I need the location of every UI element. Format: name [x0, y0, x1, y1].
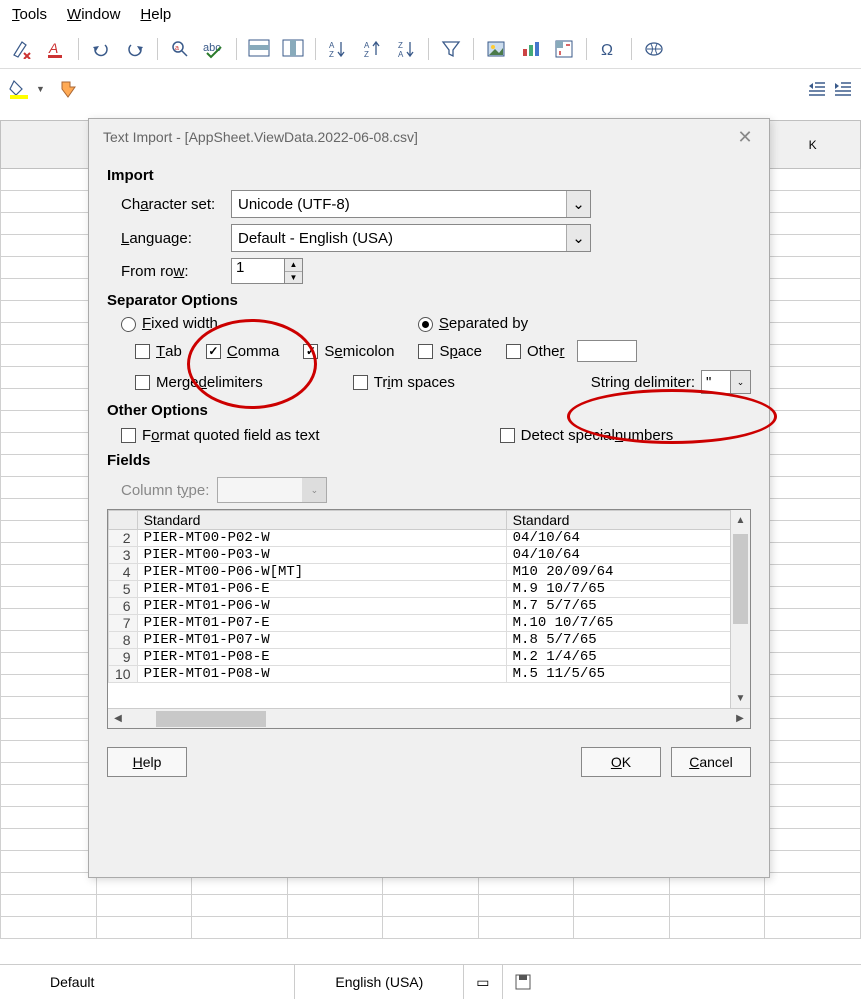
- cancel-button[interactable]: Cancel: [671, 747, 751, 777]
- string-delimiter-label: String delimiter:: [591, 374, 695, 391]
- svg-text:Z: Z: [398, 41, 403, 50]
- status-insert-icon[interactable]: ▭: [463, 965, 501, 999]
- help-button[interactable]: Help: [107, 747, 187, 777]
- preview-col-1[interactable]: Standard: [137, 511, 506, 530]
- toolbar-format: ▼: [0, 69, 861, 109]
- table-row[interactable]: 5PIER-MT01-P06-EM.9 10/7/65: [109, 581, 750, 598]
- fromrow-stepper[interactable]: ▲▼: [285, 258, 303, 284]
- semicolon-checkbox[interactable]: Semicolon: [303, 343, 394, 360]
- charset-select[interactable]: Unicode (UTF-8)⌄: [231, 190, 591, 218]
- toolbar-main: A a abc AZ AZ ZA Ω: [0, 29, 861, 69]
- table-row[interactable]: 7PIER-MT01-P07-EM.10 10/7/65: [109, 615, 750, 632]
- status-save-icon[interactable]: [502, 965, 543, 999]
- table-row[interactable]: 3PIER-MT00-P03-W04/10/64: [109, 547, 750, 564]
- autofilter-icon[interactable]: [437, 35, 465, 63]
- fields-heading: Fields: [107, 452, 751, 469]
- clear-format-icon[interactable]: [8, 35, 36, 63]
- fill-color-icon[interactable]: [8, 79, 30, 99]
- special-char-icon[interactable]: Ω: [595, 35, 623, 63]
- menu-help[interactable]: Help: [140, 6, 171, 23]
- table-row[interactable]: 6PIER-MT01-P06-WM.7 5/7/65: [109, 598, 750, 615]
- chevron-down-icon[interactable]: ⌄: [566, 225, 590, 251]
- dialog-titlebar: Text Import - [AppSheet.ViewData.2022-06…: [89, 119, 769, 155]
- chevron-down-icon[interactable]: ⌄: [731, 370, 751, 394]
- svg-text:a: a: [175, 45, 179, 52]
- chevron-down-icon[interactable]: ⌄: [566, 191, 590, 217]
- status-bar: Default English (USA) ▭: [0, 964, 861, 999]
- separated-by-radio[interactable]: Separated by: [418, 315, 528, 332]
- table-row[interactable]: 2PIER-MT00-P02-W04/10/64: [109, 530, 750, 547]
- status-style[interactable]: Default: [0, 965, 294, 999]
- table-row[interactable]: 8PIER-MT01-P07-WM.8 5/7/65: [109, 632, 750, 649]
- dropdown-arrow-icon[interactable]: ▼: [36, 84, 46, 94]
- sort-asc-icon[interactable]: AZ: [358, 35, 386, 63]
- space-checkbox[interactable]: Space: [418, 343, 482, 360]
- comma-checkbox[interactable]: Comma: [206, 343, 280, 360]
- font-color-icon[interactable]: A: [42, 35, 70, 63]
- separator-heading: Separator Options: [107, 292, 751, 309]
- hyperlink-icon[interactable]: [640, 35, 668, 63]
- svg-text:A: A: [329, 41, 335, 50]
- dialog-title: Text Import - [AppSheet.ViewData.2022-06…: [103, 129, 418, 145]
- svg-text:A: A: [48, 40, 58, 56]
- menu-bar: Tools Window Help: [0, 0, 861, 29]
- trim-spaces-checkbox[interactable]: Trim spaces: [353, 374, 455, 391]
- svg-text:Z: Z: [329, 50, 334, 59]
- image-icon[interactable]: [482, 35, 510, 63]
- indent-increase-icon[interactable]: [833, 79, 853, 99]
- sort-desc-icon[interactable]: ZA: [392, 35, 420, 63]
- preview-col-2[interactable]: Standard: [506, 511, 749, 530]
- style-icon[interactable]: [58, 79, 78, 99]
- spellcheck-icon[interactable]: abc: [200, 35, 228, 63]
- ok-button[interactable]: OK: [581, 747, 661, 777]
- menu-window[interactable]: Window: [67, 6, 120, 23]
- vertical-scrollbar[interactable]: ▲▼: [730, 510, 750, 708]
- fromrow-input[interactable]: 1: [231, 258, 285, 284]
- svg-text:A: A: [398, 50, 404, 59]
- row-icon[interactable]: [245, 35, 273, 63]
- status-language[interactable]: English (USA): [294, 965, 463, 999]
- indent-decrease-icon[interactable]: [807, 79, 827, 99]
- svg-text:Z: Z: [364, 50, 369, 59]
- table-row[interactable]: 4PIER-MT00-P06-W[MT]M10 20/09/64: [109, 564, 750, 581]
- sort-asc-desc-icon[interactable]: AZ: [324, 35, 352, 63]
- column-type-label: Column type:: [121, 482, 209, 499]
- svg-text:A: A: [364, 41, 370, 50]
- column-header-k[interactable]: K: [765, 121, 861, 169]
- find-icon[interactable]: a: [166, 35, 194, 63]
- column-icon[interactable]: [279, 35, 307, 63]
- language-select[interactable]: Default - English (USA)⌄: [231, 224, 591, 252]
- text-import-dialog: Text Import - [AppSheet.ViewData.2022-06…: [88, 118, 770, 878]
- fixed-width-radio[interactable]: Fixed width: [121, 315, 218, 332]
- import-heading: Import: [107, 167, 751, 184]
- table-row[interactable]: 10PIER-MT01-P08-WM.5 11/5/65: [109, 666, 750, 683]
- close-icon[interactable]: ✕: [735, 127, 755, 147]
- other-checkbox[interactable]: Other: [506, 343, 565, 360]
- redo-icon[interactable]: [121, 35, 149, 63]
- other-options-heading: Other Options: [107, 402, 751, 419]
- chart-icon[interactable]: [516, 35, 544, 63]
- column-type-select[interactable]: ⌄: [217, 477, 327, 503]
- language-label: Language:: [121, 230, 231, 247]
- preview-table[interactable]: StandardStandard 2PIER-MT00-P02-W04/10/6…: [107, 509, 751, 729]
- svg-text:abc: abc: [203, 42, 221, 54]
- string-delimiter-combo[interactable]: ": [701, 370, 731, 394]
- format-quoted-checkbox[interactable]: Format quoted field as text: [121, 427, 320, 444]
- pivot-icon[interactable]: [550, 35, 578, 63]
- detect-special-checkbox[interactable]: Detect special numbers: [500, 427, 674, 444]
- fromrow-label: From row:: [121, 263, 231, 280]
- charset-label: Character set:: [121, 196, 231, 213]
- horizontal-scrollbar[interactable]: ◀▶: [108, 708, 750, 728]
- tab-checkbox[interactable]: Tab: [135, 343, 182, 360]
- menu-tools[interactable]: Tools: [12, 6, 47, 23]
- other-input[interactable]: [577, 340, 637, 362]
- svg-text:Ω: Ω: [601, 42, 613, 59]
- table-row[interactable]: 9PIER-MT01-P08-EM.2 1/4/65: [109, 649, 750, 666]
- undo-icon[interactable]: [87, 35, 115, 63]
- merge-delimiters-checkbox[interactable]: Merge delimiters: [135, 374, 263, 391]
